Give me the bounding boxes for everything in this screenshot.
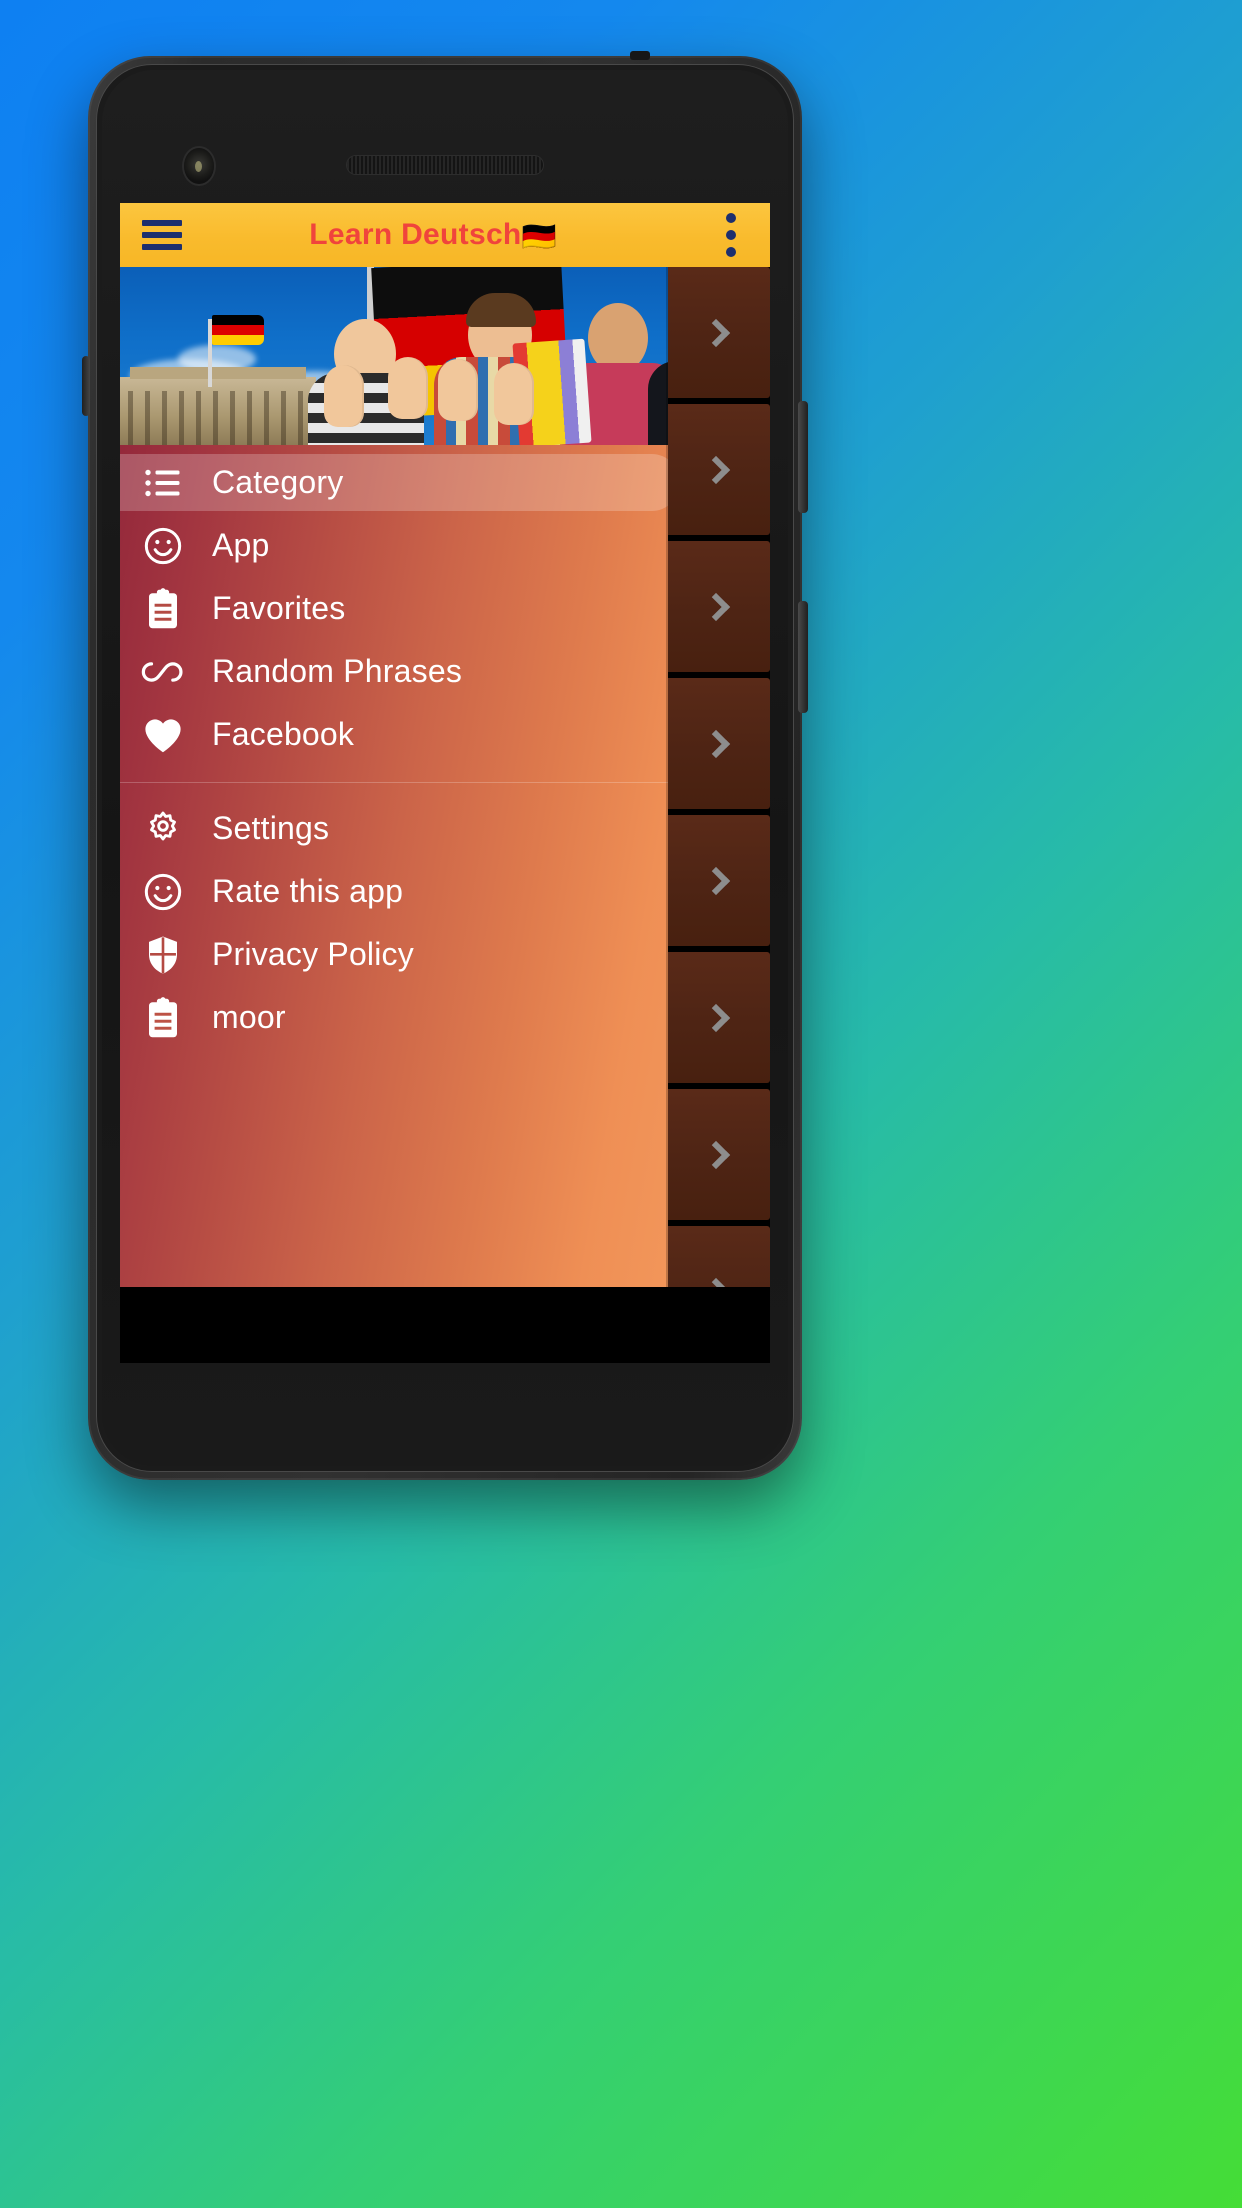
drawer-divider [120,782,668,783]
heart-icon [120,716,206,754]
sidebar-item-label: Random Phrases [212,653,463,689]
sidebar-item-label: Category [212,464,344,500]
thumbs-up-hand [388,357,428,419]
phone-screen: Learn Deutsch🇩🇪 Category App Favorites R… [120,203,770,1363]
drawer-header-image [120,267,668,445]
chevron-right-icon [701,592,731,621]
sidebar-item-label: Favorites [212,590,346,626]
sidebar-item-label: Rate this app [212,873,404,909]
smiley-icon [120,526,206,566]
sidebar-item-label: moor [212,999,286,1035]
drawer-right-edge [666,267,668,1287]
app-toolbar: Learn Deutsch🇩🇪 [120,203,770,267]
list-icon [120,468,206,498]
sidebar-item-privacy-policy[interactable]: Privacy Policy [120,923,668,986]
front-camera-icon [184,148,214,184]
volume-button[interactable] [798,601,808,713]
page-title-text: Learn Deutsch [309,217,522,251]
sidebar-item-label: Facebook [212,716,355,752]
chevron-right-icon [701,1003,731,1032]
left-side-button[interactable] [82,356,90,416]
german-flag-icon: 🇩🇪 [521,220,557,252]
phone-top-accent [630,51,650,60]
sidebar-item-label: App [212,527,270,563]
gear-icon [120,809,206,849]
sidebar-item-moor[interactable]: moor [120,986,668,1049]
sidebar-item-label: Settings [212,810,330,846]
smiley-icon [120,872,206,912]
chevron-right-icon [701,318,731,347]
chevron-right-icon [701,455,731,484]
sidebar-item-facebook[interactable]: Facebook [120,703,668,766]
earpiece-speaker [347,156,543,174]
more-vertical-icon[interactable] [704,208,758,262]
thumbs-up-hand [324,365,364,427]
infinity-icon [120,659,206,685]
thumbs-up-hand [438,359,478,421]
screen-empty-area [120,1287,770,1363]
navigation-drawer: Category App Favorites Random Phrases Fa… [120,267,668,1287]
sidebar-item-favorites[interactable]: Favorites [120,577,668,640]
page-title: Learn Deutsch🇩🇪 [162,218,704,253]
sidebar-item-category[interactable]: Category [120,451,668,514]
chevron-right-icon [701,1140,731,1169]
student-figure [640,285,668,445]
sidebar-item-app[interactable]: App [120,514,668,577]
power-button[interactable] [798,401,808,513]
clipboard-icon [120,587,206,630]
sidebar-item-settings[interactable]: Settings [120,797,668,860]
german-flag-small [212,315,264,345]
sidebar-item-rate-this-app[interactable]: Rate this app [120,860,668,923]
sidebar-item-random-phrases[interactable]: Random Phrases [120,640,668,703]
reichstag-building [120,367,316,445]
chevron-right-icon [701,866,731,895]
phone-device-mockup: Learn Deutsch🇩🇪 Category App Favorites R… [82,51,808,1480]
clipboard-icon [120,996,206,1039]
shield-icon [120,934,206,976]
thumbs-up-hand [494,363,534,425]
drawer-nav-primary: Category App Favorites Random Phrases Fa… [120,445,668,1049]
chevron-right-icon [701,729,731,758]
sidebar-item-label: Privacy Policy [212,936,414,972]
